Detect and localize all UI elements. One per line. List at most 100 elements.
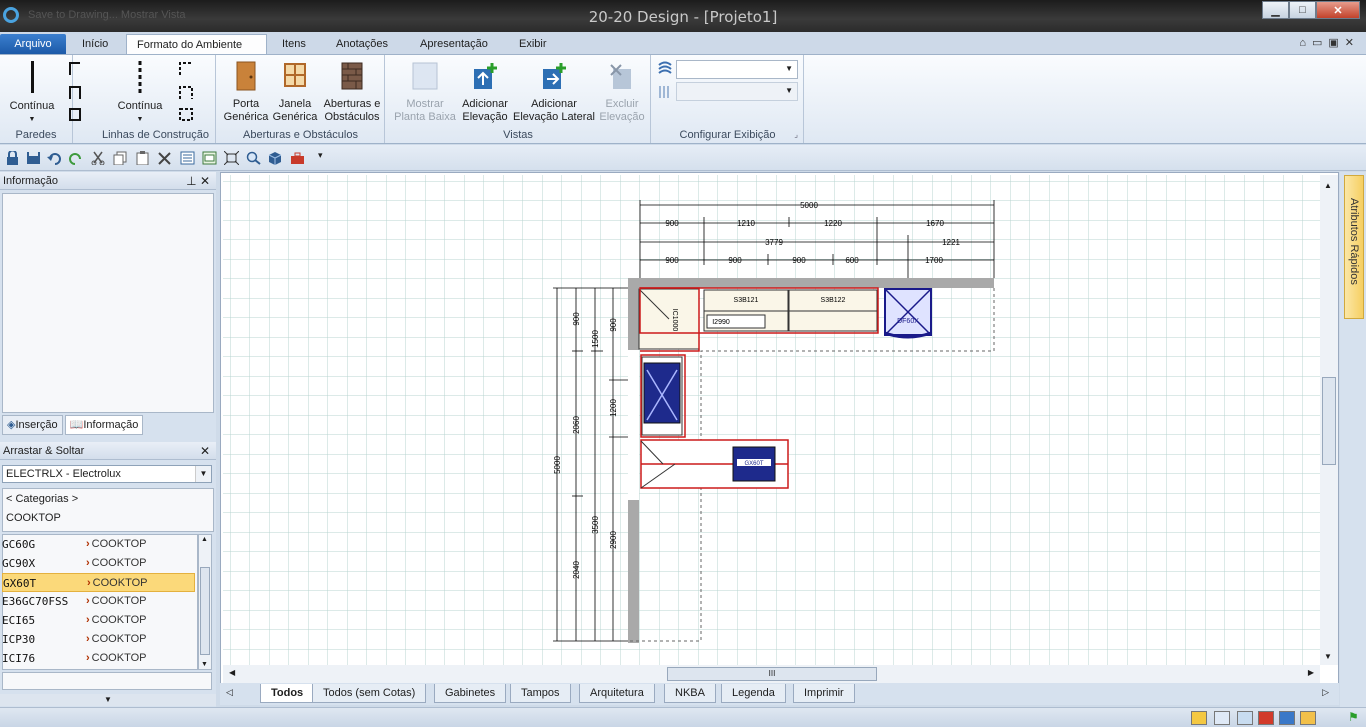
floor-plan[interactable]: 5000 900 1210 1220 1670 3779 1221 900 90… bbox=[223, 175, 1322, 665]
list-item[interactable]: E36GC70FSS COOKTOP bbox=[2, 592, 195, 611]
item-category: COOKTOP bbox=[86, 630, 147, 649]
list-icon[interactable] bbox=[180, 151, 195, 165]
tab-itens[interactable]: Itens bbox=[272, 34, 316, 54]
display-select-2[interactable]: ▼ bbox=[676, 82, 798, 101]
flag-icon[interactable]: ⚑ bbox=[1348, 710, 1359, 724]
horizontal-scrollbar[interactable]: III ◀ ▶ bbox=[223, 665, 1320, 683]
cut-icon[interactable] bbox=[91, 151, 106, 165]
wall-top[interactable] bbox=[628, 278, 994, 288]
tab-tampos[interactable]: Tampos bbox=[510, 684, 571, 703]
zoom-extents-icon[interactable] bbox=[224, 151, 239, 165]
construction-line-button[interactable]: Contínua ▼ bbox=[112, 61, 168, 126]
list-item[interactable]: ECI65 COOKTOP bbox=[2, 611, 195, 630]
tabs-right-arrow-icon[interactable]: ▷ bbox=[1322, 687, 1329, 698]
save-icon[interactable] bbox=[26, 151, 41, 165]
construction-shapes-icon[interactable] bbox=[178, 61, 196, 121]
porta-label-1: Porta bbox=[232, 98, 260, 110]
paste-icon[interactable] bbox=[135, 151, 150, 165]
tab-todos[interactable]: Todos bbox=[260, 684, 315, 703]
tab-arquivo[interactable]: Arquivo bbox=[0, 34, 66, 54]
tab-formato-do-ambiente[interactable]: Formato do Ambiente bbox=[126, 34, 267, 54]
range-unit[interactable] bbox=[643, 362, 681, 424]
group-label-configurar: Configurar Exibição bbox=[679, 129, 776, 141]
adicionar-elevacao-button[interactable]: Adicionar Elevação bbox=[458, 61, 512, 124]
wall-line-icon bbox=[31, 61, 34, 93]
tab-todos-sem-cotas[interactable]: Todos (sem Cotas) bbox=[312, 684, 427, 703]
tab-inicio[interactable]: Início bbox=[72, 34, 118, 54]
adicionar-elevacao-lateral-button[interactable]: Adicionar Elevação Lateral bbox=[512, 61, 596, 124]
delete-icon[interactable] bbox=[157, 151, 172, 165]
list-item[interactable]: GC60G COOKTOP bbox=[2, 535, 195, 554]
tab-apresentacao[interactable]: Apresentação bbox=[410, 34, 498, 54]
collision-icon[interactable] bbox=[1258, 711, 1274, 725]
tab-anotacoes[interactable]: Anotações bbox=[326, 34, 398, 54]
ribbon-window-controls[interactable]: ⌂▭▣✕ bbox=[1299, 36, 1360, 49]
info-panel-title: Informação bbox=[3, 175, 59, 187]
zoom-window-icon[interactable] bbox=[246, 151, 261, 165]
display-select-1[interactable]: ▼ bbox=[676, 60, 798, 79]
copy-icon[interactable] bbox=[113, 151, 128, 165]
list-item[interactable]: ICI76 COOKTOP bbox=[2, 649, 195, 668]
list-item[interactable]: ICP30 COOKTOP bbox=[2, 630, 195, 649]
tab-insercao[interactable]: ◈Inserção bbox=[2, 415, 63, 435]
atributos-rapidos-tab[interactable]: Atributos Rápidos bbox=[1344, 175, 1364, 319]
snap-icon[interactable] bbox=[1191, 711, 1207, 725]
link-icon[interactable] bbox=[1300, 711, 1316, 725]
tab-nkba[interactable]: NKBA bbox=[664, 684, 716, 703]
dim-label: 900 bbox=[572, 312, 581, 326]
tab-legenda[interactable]: Legenda bbox=[721, 684, 786, 703]
panel-expand-icon[interactable]: ▼ bbox=[0, 694, 216, 706]
item-label: IC1000 bbox=[671, 309, 678, 332]
close-icon[interactable]: ✕ bbox=[1316, 1, 1360, 19]
redo-icon[interactable] bbox=[68, 151, 83, 165]
vertical-scrollbar[interactable]: ▲ ▼ bbox=[1320, 175, 1338, 665]
item-code: GC90X bbox=[2, 557, 36, 570]
excluir-elevacao-button[interactable]: Excluir Elevação bbox=[596, 61, 648, 124]
catalog-select[interactable]: ELECTRLX - Electrolux ▼ bbox=[2, 465, 212, 483]
undo-icon[interactable] bbox=[47, 151, 62, 165]
window-title: 20-20 Design - [Projeto1] bbox=[588, 8, 778, 26]
drawing-area[interactable]: 5000 900 1210 1220 1670 3779 1221 900 90… bbox=[220, 172, 1339, 684]
grid-icon[interactable] bbox=[1214, 711, 1230, 725]
wall-shapes-icon[interactable] bbox=[68, 61, 84, 121]
dim-label: 900 bbox=[665, 256, 679, 265]
tab-imprimir[interactable]: Imprimir bbox=[793, 684, 855, 703]
porta-generica-button[interactable]: Porta Genérica bbox=[223, 61, 269, 124]
item-category: COOKTOP bbox=[86, 554, 147, 573]
drag-panel-close-icon[interactable]: ✕ bbox=[200, 442, 210, 460]
tabs-left-arrow-icon[interactable]: ◁ bbox=[226, 687, 233, 698]
mostrar-label-1: Mostrar bbox=[406, 98, 444, 110]
info-panel-controls[interactable]: ⊥ ✕ bbox=[186, 172, 210, 190]
list-item[interactable]: GC90X COOKTOP bbox=[2, 554, 195, 573]
layout-icon[interactable] bbox=[1279, 711, 1295, 725]
view-tabs: ◁ Todos Todos (sem Cotas) Gabinetes Tamp… bbox=[220, 683, 1339, 705]
dim-label: 1220 bbox=[824, 219, 842, 228]
search-field[interactable] bbox=[2, 672, 212, 690]
customize-toolbar-icon[interactable]: ▾ bbox=[318, 150, 323, 161]
ortho-icon[interactable] bbox=[1237, 711, 1253, 725]
janela-generica-button[interactable]: Janela Genérica bbox=[271, 61, 319, 124]
tab-informacao[interactable]: 📖Informação bbox=[64, 415, 144, 435]
aberturas-obstaculos-button[interactable]: Aberturas e Obstáculos bbox=[321, 61, 383, 124]
list-scrollbar[interactable]: ▲ ▼ bbox=[198, 534, 212, 670]
display-option-icon[interactable] bbox=[657, 84, 673, 100]
report-icon[interactable] bbox=[202, 151, 217, 165]
continuous-wall-button[interactable]: Contínua ▼ bbox=[6, 61, 58, 126]
group-label-aberturas: Aberturas e Obstáculos bbox=[243, 129, 358, 141]
chevron-down-icon[interactable]: ▼ bbox=[195, 466, 211, 482]
maximize-icon[interactable]: □ bbox=[1289, 1, 1316, 19]
tab-gabinetes[interactable]: Gabinetes bbox=[434, 684, 507, 703]
tab-exibir[interactable]: Exibir bbox=[509, 34, 557, 54]
display-layer-icon[interactable] bbox=[657, 60, 673, 76]
dialog-launcher-icon[interactable]: ⌟ bbox=[794, 130, 798, 139]
toolbox-icon[interactable] bbox=[290, 151, 305, 165]
dim-label: 900 bbox=[665, 219, 679, 228]
list-item-selected[interactable]: GX60T COOKTOP bbox=[2, 573, 195, 592]
lock-icon[interactable] bbox=[5, 151, 20, 165]
mostrar-planta-baixa-button[interactable]: Mostrar Planta Baixa bbox=[392, 61, 458, 124]
minimize-icon[interactable]: ▁ bbox=[1262, 1, 1289, 19]
tab-arquitetura[interactable]: Arquitetura bbox=[579, 684, 655, 703]
3d-view-icon[interactable] bbox=[268, 151, 283, 165]
categories-link[interactable]: < Categorias > bbox=[6, 493, 78, 505]
group-aberturas: Porta Genérica Janela Genérica Aberturas… bbox=[217, 55, 385, 143]
